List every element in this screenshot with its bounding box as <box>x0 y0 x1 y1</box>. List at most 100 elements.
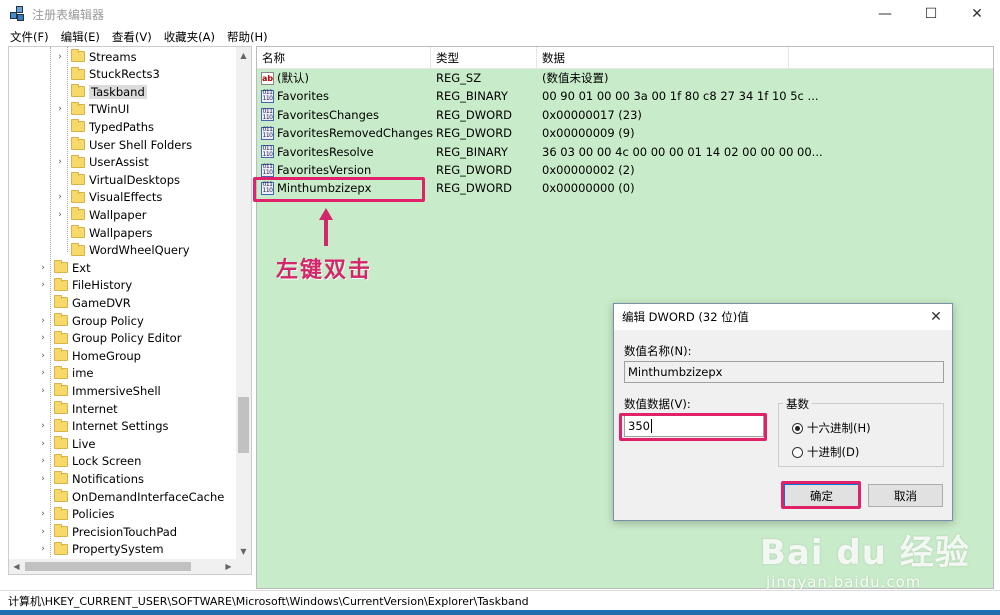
tree-item[interactable]: › Policies <box>38 506 115 523</box>
tree-item[interactable]: › PrecisionTouchPad <box>38 523 177 540</box>
scroll-up-icon[interactable]: ▲ <box>236 47 251 63</box>
tree-item-label: Streams <box>89 49 137 64</box>
tree-item[interactable]: › HomeGroup <box>38 347 141 364</box>
radio-hexadecimal[interactable]: 十六进制(H) <box>792 420 871 436</box>
column-data[interactable]: 数据 <box>537 47 789 69</box>
chevron-right-icon[interactable]: › <box>38 456 48 466</box>
scroll-right-icon[interactable]: ▶ <box>221 559 236 574</box>
dialog-title-bar: 编辑 DWORD (32 位)值 <box>614 304 952 330</box>
radio-unchecked-icon <box>792 446 803 458</box>
tree-item[interactable]: › Notifications <box>38 470 144 487</box>
tree-item-label: ime <box>72 366 94 381</box>
tree-item-label: HomeGroup <box>72 348 141 363</box>
chevron-right-icon[interactable]: › <box>38 544 48 554</box>
chevron-right-icon[interactable]: › <box>38 316 48 326</box>
value-type: REG_BINARY <box>436 144 508 159</box>
list-header: 名称 类型 数据 <box>257 47 993 69</box>
tree-item[interactable]: TypedPaths <box>55 118 154 135</box>
tree-item-label: Taskband <box>89 84 147 99</box>
tree-item[interactable]: › FileHistory <box>38 277 132 294</box>
radio-decimal[interactable]: 十进制(D) <box>792 444 859 460</box>
tree-item[interactable]: › VisualEffects <box>55 189 162 206</box>
menu-favorites[interactable]: 收藏夹(A) <box>164 29 215 45</box>
registry-tree[interactable]: › Streams StuckRects3 Taskband › TWinUI TypedP… <box>8 46 252 575</box>
tree-item-label: Lock Screen <box>72 454 142 469</box>
tree-item[interactable]: › ime <box>38 365 93 382</box>
chevron-right-icon[interactable]: › <box>55 52 65 62</box>
value-row[interactable]: 011 110 FavoritesRemovedChanges REG_DWORD 0x… <box>257 124 993 142</box>
tree-item[interactable]: › Group Policy Editor <box>38 330 181 347</box>
tree-item[interactable]: Internet <box>38 400 118 417</box>
chevron-right-icon[interactable]: › <box>55 157 65 167</box>
tree-item[interactable]: › Wallpaper <box>55 206 147 223</box>
tree-item[interactable]: › PropertySystem <box>38 541 164 558</box>
tree-item-label: User Shell Folders <box>89 137 193 152</box>
chevron-right-icon[interactable]: › <box>55 210 65 220</box>
value-row[interactable]: 011 110 Favorites REG_BINARY 00 90 01 00 00 … <box>257 87 993 105</box>
column-type[interactable]: 类型 <box>431 47 537 69</box>
tree-item[interactable]: VirtualDesktops <box>55 171 180 188</box>
scroll-left-icon[interactable]: ◀ <box>9 559 24 574</box>
cancel-button[interactable]: 取消 <box>868 484 943 507</box>
value-row[interactable]: 011 110 FavoritesResolve REG_BINARY 36 03 00… <box>257 143 993 161</box>
value-data: 00 90 01 00 00 3a 00 1f 80 c8 27 34 1f 1… <box>542 89 819 104</box>
chevron-right-icon[interactable]: › <box>38 351 48 361</box>
tree-item[interactable]: › Internet Settings <box>38 418 169 435</box>
value-row[interactable]: 011 110 FavoritesChanges REG_DWORD 0x0000001… <box>257 106 993 124</box>
chevron-right-icon[interactable]: › <box>38 386 48 396</box>
chevron-right-icon[interactable]: › <box>55 192 65 202</box>
folder-icon <box>54 471 68 485</box>
chevron-right-icon[interactable]: › <box>38 421 48 431</box>
tree-item[interactable]: › TWinUI <box>55 101 129 118</box>
chevron-right-icon[interactable]: › <box>38 368 48 378</box>
chevron-right-icon[interactable]: › <box>38 439 48 449</box>
chevron-right-icon[interactable]: › <box>38 474 48 484</box>
value-type: REG_DWORD <box>436 163 513 177</box>
tree-item[interactable]: Wallpapers <box>55 224 153 241</box>
tree-item[interactable]: WordWheelQuery <box>55 242 190 259</box>
value-name: (默认) <box>277 71 309 85</box>
column-name[interactable]: 名称 <box>257 47 431 69</box>
tree-item[interactable]: › Streams <box>55 48 137 65</box>
chevron-right-icon[interactable]: › <box>55 104 65 114</box>
folder-icon <box>71 154 85 168</box>
tree-item[interactable]: GameDVR <box>38 294 131 311</box>
tree-horizontal-scrollbar[interactable]: ◀ ▶ <box>9 559 236 574</box>
chevron-right-icon[interactable]: › <box>38 263 48 273</box>
maximize-button[interactable]: ☐ <box>908 0 954 28</box>
value-row[interactable]: ab (默认) REG_SZ (数值未设置) <box>257 69 993 87</box>
minimize-button[interactable]: — <box>862 0 908 28</box>
tree-vertical-scrollbar[interactable]: ▲ ▼ <box>236 47 251 574</box>
tree-item[interactable]: Taskband <box>55 83 147 100</box>
menu-view[interactable]: 查看(V) <box>112 29 152 45</box>
chevron-right-icon <box>55 245 65 255</box>
value-name: Favorites <box>277 89 329 104</box>
tree-item-label: FileHistory <box>72 278 133 293</box>
dialog-close-icon[interactable]: ✕ <box>926 308 946 326</box>
scroll-down-icon[interactable]: ▼ <box>236 543 251 559</box>
tree-item[interactable]: › Lock Screen <box>38 453 141 470</box>
tree-item[interactable]: › Live <box>38 435 95 452</box>
menu-file[interactable]: 文件(F) <box>10 29 49 45</box>
menu-help[interactable]: 帮助(H) <box>227 29 268 45</box>
chevron-right-icon[interactable]: › <box>38 333 48 343</box>
chevron-right-icon[interactable]: › <box>38 280 48 290</box>
close-button[interactable]: ✕ <box>954 0 1000 28</box>
tree-item-label: Policies <box>72 507 115 522</box>
tree-item[interactable]: User Shell Folders <box>55 136 192 153</box>
tree-item[interactable]: OnDemandInterfaceCache <box>38 488 224 505</box>
tree-item[interactable]: › UserAssist <box>55 154 149 171</box>
tree-item[interactable]: › Ext <box>38 259 91 276</box>
menu-edit[interactable]: 编辑(E) <box>61 29 100 45</box>
status-bar: 计算机\HKEY_CURRENT_USER\SOFTWARE\Microsoft… <box>0 590 1000 610</box>
value-type: REG_DWORD <box>436 107 513 122</box>
tree-item[interactable]: › Group Policy <box>38 312 144 329</box>
hscroll-thumb[interactable] <box>25 562 191 571</box>
scroll-thumb[interactable] <box>238 397 249 453</box>
chevron-right-icon[interactable]: › <box>38 509 48 519</box>
folder-icon <box>71 66 85 80</box>
tree-item[interactable]: StuckRects3 <box>55 66 160 83</box>
tree-item[interactable]: › ImmersiveShell <box>38 382 161 399</box>
chevron-right-icon[interactable]: › <box>38 527 48 537</box>
chevron-right-icon <box>38 298 48 308</box>
